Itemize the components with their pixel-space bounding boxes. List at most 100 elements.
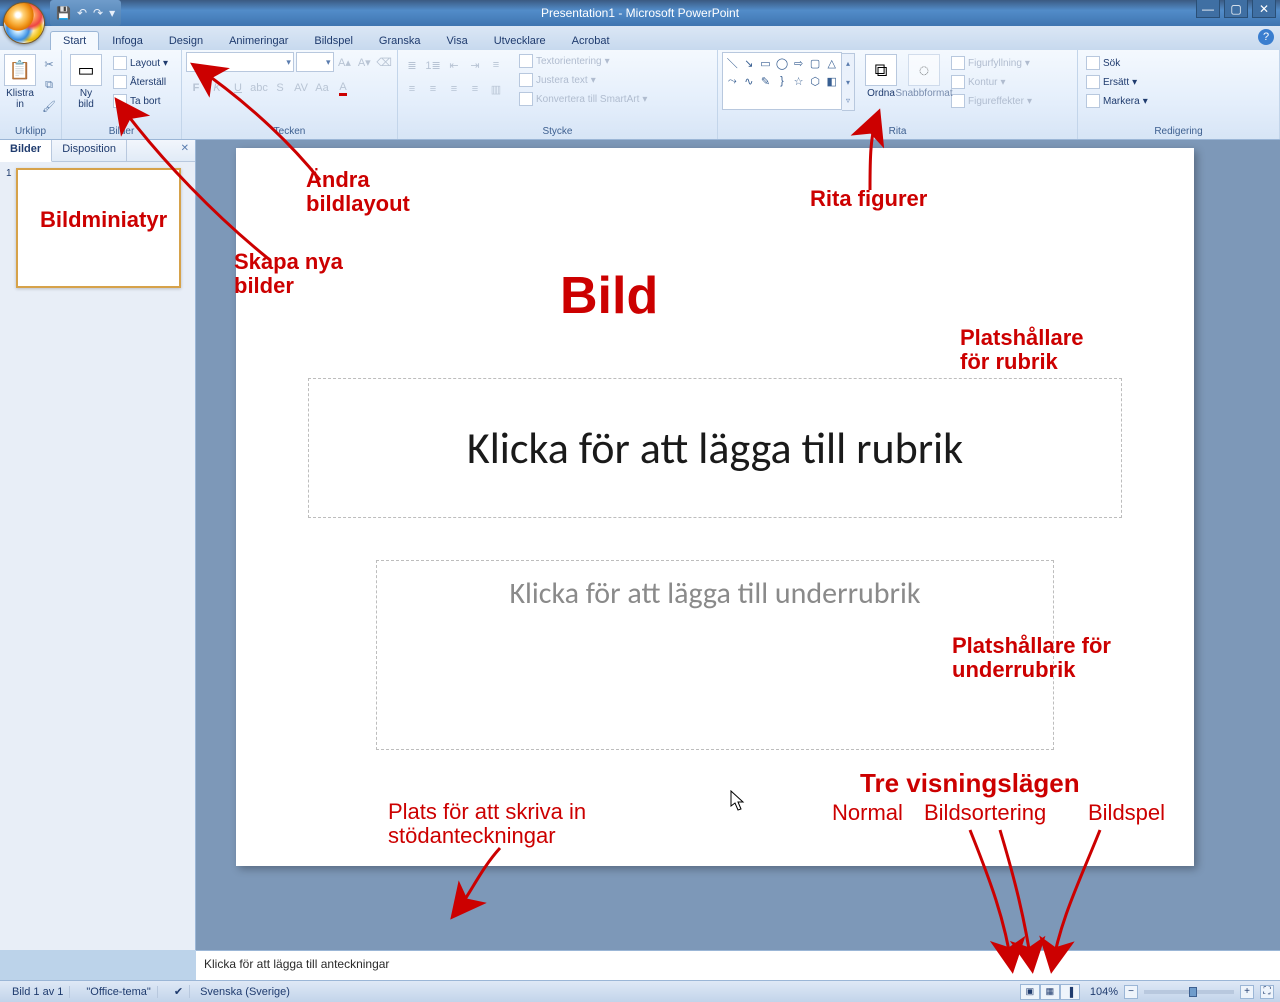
tab-utvecklare[interactable]: Utvecklare (481, 31, 559, 50)
align-left-button[interactable]: ≡ (402, 79, 422, 99)
view-sorter-button[interactable]: ▦ (1040, 984, 1060, 1000)
tab-bildspel[interactable]: Bildspel (301, 31, 366, 50)
qat-redo-icon[interactable]: ↷ (93, 6, 103, 20)
clear-format-button[interactable]: ⌫ (375, 52, 393, 72)
office-button[interactable] (3, 2, 45, 44)
shape-arrowr-icon[interactable]: ⇨ (791, 55, 806, 71)
shape-roundrect-icon[interactable]: ▢ (808, 55, 823, 71)
linespacing-button[interactable]: ≡ (486, 55, 506, 75)
view-normal-button[interactable]: ▣ (1020, 984, 1040, 1000)
shape-effects-button[interactable]: Figureffekter ▾ (947, 92, 1036, 110)
shape-free-icon[interactable]: ✎ (758, 73, 773, 89)
cut-button[interactable]: ✂ (39, 54, 59, 74)
shape-rect-icon[interactable]: ▭ (758, 55, 773, 71)
bold-button[interactable]: F (186, 78, 206, 98)
shape-conn-icon[interactable]: ⤳ (725, 73, 740, 89)
font-name-combo[interactable] (186, 52, 294, 72)
new-slide-button[interactable]: ▭ Ny bild (66, 52, 106, 110)
thumbnail-preview[interactable] (16, 168, 181, 288)
columns-button[interactable]: ▥ (486, 79, 506, 99)
zoom-thumb[interactable] (1189, 987, 1197, 997)
shapes-scroll-down[interactable]: ▾ (842, 73, 854, 92)
zoom-slider[interactable] (1144, 990, 1234, 994)
slide-canvas[interactable]: Klicka för att lägga till rubrik Klicka … (236, 148, 1194, 866)
reset-button[interactable]: Återställ (109, 73, 172, 91)
tab-start[interactable]: Start (50, 31, 99, 50)
tab-animeringar[interactable]: Animeringar (216, 31, 301, 50)
shape-hex-icon[interactable]: ⬡ (808, 73, 823, 89)
qat-more-icon[interactable]: ▾ (109, 6, 115, 20)
tab-design[interactable]: Design (156, 31, 216, 50)
title-placeholder[interactable]: Klicka för att lägga till rubrik (308, 378, 1122, 518)
status-language[interactable]: Svenska (Sverige) (200, 986, 290, 998)
spacing-button[interactable]: AV (291, 78, 311, 98)
font-color-button[interactable]: A (333, 78, 353, 98)
quickstyles-button[interactable]: ◌ Snabbformat (904, 52, 944, 99)
zoom-fit-button[interactable]: ⛶ (1260, 985, 1274, 999)
maximize-button[interactable]: ▢ (1224, 0, 1248, 18)
notes-pane[interactable]: Klicka för att lägga till anteckningar (196, 950, 1280, 980)
format-painter-button[interactable]: 🖌 (39, 96, 59, 116)
shapes-scroll-up[interactable]: ▴ (842, 54, 854, 73)
case-button[interactable]: Aa (312, 78, 332, 98)
bullets-button[interactable]: ≣ (402, 55, 422, 75)
align-right-button[interactable]: ≡ (444, 79, 464, 99)
shape-outline-button[interactable]: Kontur ▾ (947, 73, 1036, 91)
grow-font-button[interactable]: A▴ (336, 52, 354, 72)
qat-save-icon[interactable]: 💾 (56, 6, 71, 20)
indent-button[interactable]: ⇥ (465, 55, 485, 75)
zoom-out-button[interactable]: − (1124, 985, 1138, 999)
shape-arrow-icon[interactable]: ↘ (742, 55, 757, 71)
find-button[interactable]: Sök (1082, 54, 1152, 72)
smartart-button[interactable]: Konvertera till SmartArt ▾ (515, 90, 651, 108)
tab-visa[interactable]: Visa (434, 31, 481, 50)
side-tab-slides[interactable]: Bilder (0, 140, 52, 162)
shape-tri-icon[interactable]: △ (824, 55, 839, 71)
shadow-button[interactable]: S (270, 78, 290, 98)
help-icon[interactable]: ? (1258, 29, 1274, 45)
shape-star-icon[interactable]: ☆ (791, 73, 806, 89)
minimize-button[interactable]: — (1196, 0, 1220, 18)
strike-button[interactable]: abc (249, 78, 269, 98)
shape-brace-icon[interactable]: } (775, 73, 790, 89)
zoom-value[interactable]: 104% (1090, 986, 1118, 998)
tab-infoga[interactable]: Infoga (99, 31, 156, 50)
subtitle-placeholder[interactable]: Klicka för att lägga till underrubrik (376, 560, 1054, 750)
aligntext-label: Justera text (536, 75, 588, 86)
shape-curve-icon[interactable]: ∿ (742, 73, 757, 89)
view-slideshow-button[interactable]: ▐ (1060, 984, 1080, 1000)
tab-granska[interactable]: Granska (366, 31, 434, 50)
copy-button[interactable]: ⧉ (39, 75, 59, 95)
select-button[interactable]: Markera ▾ (1082, 92, 1152, 110)
side-tab-outline[interactable]: Disposition (52, 140, 127, 161)
shape-oval-icon[interactable]: ◯ (775, 55, 790, 71)
shape-fill-button[interactable]: Figurfyllning ▾ (947, 54, 1036, 72)
align-center-button[interactable]: ≡ (423, 79, 443, 99)
group-drawing: ＼ ↘ ▭ ◯ ⇨ ▢ △ ⤳ ∿ ✎ } ☆ ⬡ ◧ ▴ ▾ (718, 50, 1078, 139)
font-size-combo[interactable] (296, 52, 334, 72)
shapes-gallery[interactable]: ＼ ↘ ▭ ◯ ⇨ ▢ △ ⤳ ∿ ✎ } ☆ ⬡ ◧ ▴ ▾ (722, 52, 842, 110)
outdent-button[interactable]: ⇤ (444, 55, 464, 75)
numbering-button[interactable]: 1≣ (423, 55, 443, 75)
shapes-expand[interactable]: ▿ (842, 91, 854, 110)
shape-line-icon[interactable]: ＼ (725, 55, 740, 71)
close-button[interactable]: ✕ (1252, 0, 1276, 18)
tab-acrobat[interactable]: Acrobat (559, 31, 623, 50)
text-direction-button[interactable]: Textorientering ▾ (515, 52, 651, 70)
shrink-font-button[interactable]: A▾ (355, 52, 373, 72)
italic-button[interactable]: K (207, 78, 227, 98)
qat-undo-icon[interactable]: ↶ (77, 6, 87, 20)
align-text-button[interactable]: Justera text ▾ (515, 71, 651, 89)
layout-button[interactable]: Layout ▾ (109, 54, 172, 72)
group-paragraph-label: Stycke (402, 125, 713, 139)
thumbnail-item[interactable]: 1 (6, 168, 189, 288)
zoom-in-button[interactable]: + (1240, 985, 1254, 999)
replace-button[interactable]: Ersätt ▾ (1082, 73, 1152, 91)
side-close-icon[interactable]: ✕ (175, 140, 195, 161)
status-spellcheck-icon[interactable]: ✔ (168, 985, 190, 998)
paste-button[interactable]: 📋 Klistra in (4, 52, 36, 110)
underline-button[interactable]: U (228, 78, 248, 98)
shape-callout-icon[interactable]: ◧ (824, 73, 839, 89)
justify-button[interactable]: ≡ (465, 79, 485, 99)
delete-slide-button[interactable]: Ta bort (109, 92, 172, 110)
